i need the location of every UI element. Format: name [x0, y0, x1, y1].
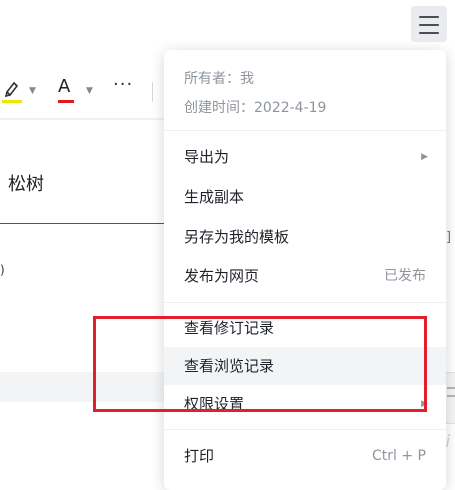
created-time: 创建时间：2022-4-19	[184, 100, 327, 116]
menu-divider	[164, 130, 446, 131]
menu-item-label: 发布为网页	[184, 267, 260, 285]
side-edge-char: ]	[446, 230, 452, 245]
menu-item-label: 导出为	[184, 148, 230, 166]
owner-info: 所有者：我	[184, 71, 254, 87]
document-text[interactable]: 松树	[8, 170, 44, 196]
menu-item-label: 打印	[184, 447, 215, 465]
document-rule	[0, 223, 165, 224]
more-options-button[interactable]: ···	[113, 74, 133, 95]
toolbar-shadow	[0, 118, 165, 120]
menu-item-export[interactable]: 导出为 ▶	[164, 138, 446, 176]
top-bar	[0, 0, 455, 46]
menu-item-make-copy[interactable]: 生成副本	[164, 178, 446, 216]
print-shortcut: Ctrl + P	[372, 448, 426, 464]
more-menu: 所有者：我 创建时间：2022-4-19 导出为 ▶ 生成副本 另存为我的模板 …	[164, 50, 446, 490]
menu-item-print[interactable]: 打印 Ctrl + P	[164, 437, 446, 475]
font-color-indicator	[58, 100, 74, 103]
menu-item-publish-web[interactable]: 发布为网页 已发布	[164, 257, 446, 295]
menu-item-label: 生成副本	[184, 188, 245, 206]
menu-item-label: 另存为我的模板	[184, 228, 290, 246]
font-color-caret-icon[interactable]: ▼	[86, 86, 93, 96]
chevron-right-icon: ▶	[421, 152, 428, 162]
highlighter-icon[interactable]	[2, 78, 22, 103]
menu-divider	[164, 429, 446, 430]
menu-divider	[164, 302, 446, 303]
menu-item-save-as-template[interactable]: 另存为我的模板	[164, 218, 446, 256]
toolbar-divider	[152, 82, 153, 102]
font-color-icon[interactable]: A	[58, 76, 70, 97]
published-status: 已发布	[384, 268, 426, 284]
highlight-caret-icon[interactable]: ▼	[29, 86, 36, 96]
annotation-highlight-box	[93, 316, 427, 412]
document-fragment: )	[0, 263, 5, 277]
menu-icon[interactable]	[411, 6, 447, 42]
format-toolbar: ▼ A ▼ ···	[0, 62, 165, 118]
